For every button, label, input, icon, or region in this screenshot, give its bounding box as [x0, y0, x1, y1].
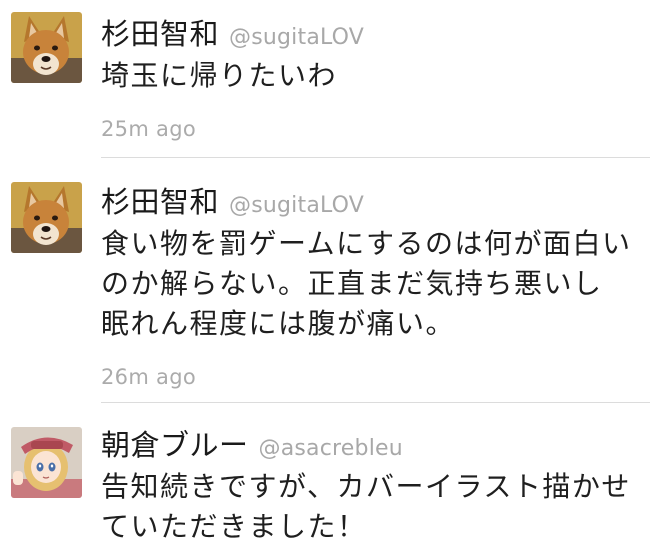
- tweet-text-line: 眠れん程度には腹が痛い。: [101, 307, 456, 340]
- tweet-content: 杉田智和 @sugitaLOV 埼玉に帰りたいわ 25m ago: [101, 12, 640, 141]
- tweet-text-line: 埼玉に帰りたいわ: [101, 59, 338, 92]
- display-name[interactable]: 杉田智和: [101, 17, 219, 51]
- tweet-text: 告知続きですが、カバーイラスト描かせ ていただきました！: [101, 467, 640, 547]
- tweet-timestamp: 26m ago: [101, 365, 197, 389]
- tweet-item[interactable]: 杉田智和 @sugitaLOV 埼玉に帰りたいわ 25m ago: [0, 0, 650, 158]
- shiba-dog-avatar-icon[interactable]: [11, 12, 82, 83]
- tweet-content: 杉田智和 @sugitaLOV 食い物を罰ゲームにするのは何が面白い のか解らない…: [101, 180, 640, 389]
- tweet-text-line: ていただきました！: [101, 510, 367, 543]
- tweet-header: 朝倉ブルー @asacrebleu: [101, 423, 640, 467]
- tweet-text-line: 食い物を罰ゲームにするのは何が面白い: [101, 227, 632, 260]
- user-handle[interactable]: @sugitaLOV: [229, 193, 364, 218]
- tweet-item[interactable]: 朝倉ブルー @asacrebleu 告知続きですが、カバーイラスト描かせ ていただ…: [0, 403, 650, 543]
- timeline: 杉田智和 @sugitaLOV 埼玉に帰りたいわ 25m ago 杉田智和 @s…: [0, 0, 650, 543]
- tweet-header: 杉田智和 @sugitaLOV: [101, 180, 640, 224]
- tweet-header: 杉田智和 @sugitaLOV: [101, 12, 640, 56]
- tweet-content: 朝倉ブルー @asacrebleu 告知続きですが、カバーイラスト描かせ ていただ…: [101, 423, 640, 547]
- shiba-dog-avatar-icon[interactable]: [11, 182, 82, 253]
- tweet-text: 埼玉に帰りたいわ: [101, 56, 640, 96]
- tweet-timestamp: 25m ago: [101, 117, 197, 141]
- user-handle[interactable]: @sugitaLOV: [229, 25, 364, 50]
- display-name[interactable]: 朝倉ブルー: [101, 428, 249, 462]
- tweet-text-line: のか解らない。正直まだ気持ち悪いし: [101, 267, 603, 300]
- tweet-item[interactable]: 杉田智和 @sugitaLOV 食い物を罰ゲームにするのは何が面白い のか解らない…: [0, 158, 650, 401]
- tweet-text: 食い物を罰ゲームにするのは何が面白い のか解らない。正直まだ気持ち悪いし 眠れん…: [101, 224, 640, 344]
- anime-girl-avatar-icon[interactable]: [11, 427, 82, 498]
- tweet-text-line: 告知続きですが、カバーイラスト描かせ: [101, 470, 631, 503]
- display-name[interactable]: 杉田智和: [101, 185, 219, 219]
- user-handle[interactable]: @asacrebleu: [259, 436, 403, 461]
